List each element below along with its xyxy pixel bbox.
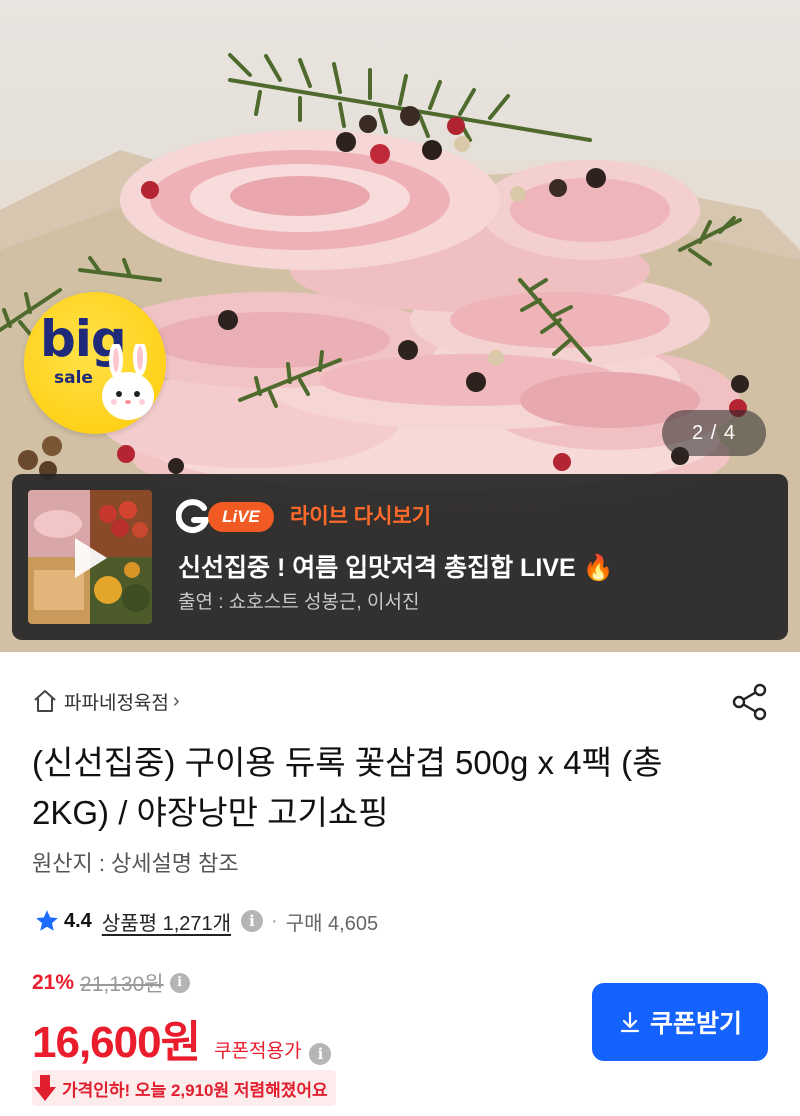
live-cast: 출연 : 쇼호스트 성봉근, 이서진: [178, 592, 420, 613]
sale-price: 16,600원: [32, 1018, 201, 1067]
product-title: (신선집중) 구이용 듀록 꽃삼겹 500g x 4팩 (총 2KG) / 야장…: [32, 744, 663, 831]
coupon-applied-label: 쿠폰적용가: [214, 1041, 302, 1062]
arrow-down-icon: [34, 1075, 56, 1101]
chevron-right-icon: ›: [172, 689, 180, 712]
live-thumbnail[interactable]: [28, 490, 152, 624]
get-coupon-button[interactable]: 쿠폰받기: [592, 983, 768, 1061]
price-info-icon[interactable]: i: [169, 973, 190, 993]
discount-row: 21% 21,130원 i: [32, 968, 190, 998]
origin-info: 원산지 : 상세설명 참조: [32, 851, 239, 876]
badge-sale-text: sale: [54, 368, 93, 388]
live-replay-label[interactable]: 라이브 다시보기: [290, 502, 431, 532]
original-price: 21,130원: [80, 973, 164, 996]
live-replay-banner[interactable]: LiVE 라이브 다시보기 신선집중 ! 여름 입맛저격 총집합 LIVE 🔥 …: [12, 474, 788, 640]
separator-dot: ·: [271, 909, 278, 932]
store-name[interactable]: 파파네정육점: [64, 688, 169, 715]
live-title[interactable]: 신선집중 ! 여름 입맛저격 총집합 LIVE 🔥: [178, 548, 614, 584]
g-logo-icon: [176, 499, 210, 534]
big-sale-badge: big sale: [24, 292, 166, 434]
rating-row: 4.4 상품평 1,271개 i · 구매 4,605: [34, 904, 378, 938]
discount-rate: 21%: [32, 971, 75, 994]
price-drop-text: 가격인하! 오늘 2,910원 저렴해졌어요: [62, 1080, 328, 1100]
get-coupon-label: 쿠폰받기: [649, 1010, 742, 1038]
product-image-carousel[interactable]: big sale 2 / 4 LiVE 라이브 다시보기 신선집중 ! 여름 입…: [0, 0, 800, 652]
live-badge: LiVE: [208, 502, 274, 532]
rabbit-mascot-icon: [102, 344, 154, 420]
image-page-counter: 2 / 4: [662, 410, 766, 456]
play-icon[interactable]: [75, 538, 107, 578]
download-icon: [620, 1011, 640, 1033]
share-icon[interactable]: [730, 682, 770, 722]
price-drop-notice: 가격인하! 오늘 2,910원 저렴해졌어요: [32, 1070, 336, 1106]
rating-value: 4.4: [64, 909, 92, 932]
price-row: 16,600원 쿠폰적용가 i: [32, 1006, 332, 1070]
home-icon: [34, 690, 56, 712]
purchase-count: 구매 4,605: [285, 912, 379, 935]
store-link[interactable]: 파파네정육점 ›: [32, 686, 180, 716]
info-icon[interactable]: i: [241, 910, 264, 932]
coupon-info-icon[interactable]: i: [309, 1043, 332, 1065]
review-count-link[interactable]: 상품평 1,271개: [102, 907, 231, 936]
star-icon: [36, 910, 58, 931]
